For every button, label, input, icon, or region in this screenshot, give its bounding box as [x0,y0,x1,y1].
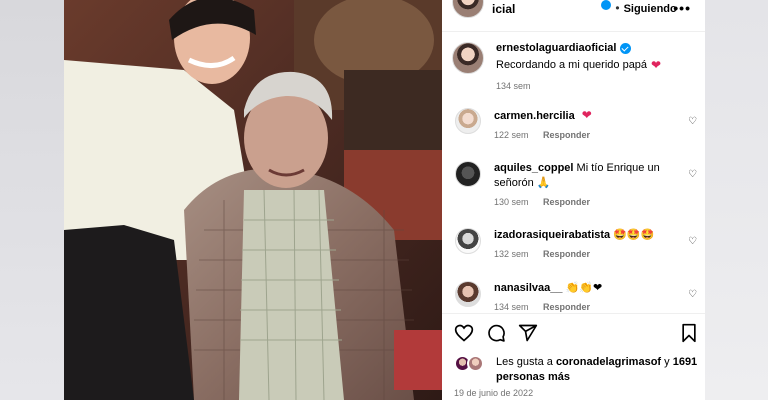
reply-button[interactable]: Responder [543,302,590,312]
comment-avatar[interactable] [455,281,481,307]
comment-avatar[interactable] [455,228,481,254]
comment-emoji: ❤ [581,108,592,122]
heart-icon[interactable] [454,323,474,343]
caption-avatar[interactable] [452,42,484,74]
verified-icon [601,0,612,10]
share-icon[interactable] [518,323,538,343]
post-header: icial • Siguiendo ••• [442,0,705,18]
comment-emoji: 🤩🤩🤩 [613,229,655,241]
actions-divider [442,313,705,314]
comment-heart-icon[interactable]: ♡ [688,116,697,127]
post-photo[interactable] [64,0,442,400]
header-divider [442,31,705,32]
likes-summary: Les gusta a coronadelagrimasof y 1691 per… [454,355,705,385]
liker-username[interactable]: coronadelagrimasof [556,356,661,368]
reply-button[interactable]: Responder [543,130,590,140]
liker-avatars [454,355,490,373]
comment-username[interactable]: izadorasiqueirabatista [494,229,610,241]
likes-count[interactable]: 1691 [673,356,697,368]
comment-avatar[interactable] [455,161,481,187]
likes-suffix[interactable]: personas más [496,371,570,383]
post-date[interactable]: 19 de junio de 2022 [454,388,533,398]
bookmark-icon[interactable] [679,323,699,343]
comment-username[interactable]: carmen.hercilia [494,110,575,122]
comment-time[interactable]: 122 sem [494,130,529,140]
background-right [705,0,768,400]
caption-username[interactable]: ernestolaguardiaoficial [496,42,616,54]
photo-image [64,0,442,400]
caption-heart-emoji: ❤ [651,58,662,72]
comment-heart-icon[interactable]: ♡ [688,289,697,300]
action-bar [454,323,699,345]
separator-dot: • [615,1,620,15]
comment-heart-icon[interactable]: ♡ [688,169,697,180]
reply-button[interactable]: Responder [543,249,590,259]
comment-time[interactable]: 134 sem [494,302,529,312]
comment-item: izadorasiqueirabatista 🤩🤩🤩 132 sem Respo… [452,228,705,259]
comment-heart-icon[interactable]: ♡ [688,236,697,247]
comment-avatar[interactable] [455,108,481,134]
comment-icon[interactable] [486,323,506,343]
background-left [0,0,64,400]
author-avatar[interactable] [452,0,484,18]
likes-middle: y [661,356,673,368]
likes-text[interactable]: Les gusta a coronadelagrimasof y 1691 per… [496,355,705,385]
comment-time[interactable]: 130 sem [494,197,529,207]
liker-avatar[interactable] [467,355,484,372]
caption: ernestolaguardiaoficial Recordando a mi … [452,42,661,91]
comment-username[interactable]: nanasilvaa__ [494,282,563,294]
caption-time[interactable]: 134 sem [496,81,661,91]
following-button[interactable]: Siguiendo [624,3,677,15]
author-username[interactable]: icial [492,2,515,16]
comment-username[interactable]: aquiles_coppel [494,162,573,174]
comment-item: nanasilvaa__ 👏👏❤ 134 sem Responder ♡ [452,281,705,312]
likes-prefix: Les gusta a [496,356,556,368]
caption-text: Recordando a mi querido papá [496,59,648,71]
comment-item: carmen.hercilia ❤ 122 sem Responder ♡ [452,108,705,140]
post-panel: icial • Siguiendo ••• ernestolaguardiaof… [442,0,705,400]
comment-time[interactable]: 132 sem [494,249,529,259]
comment-emoji: 👏👏❤ [565,282,603,294]
more-icon[interactable]: ••• [673,0,691,16]
verified-icon [620,42,632,54]
reply-button[interactable]: Responder [543,197,590,207]
comment-item: aquiles_coppel Mi tío Enrique un señorón… [452,161,705,207]
